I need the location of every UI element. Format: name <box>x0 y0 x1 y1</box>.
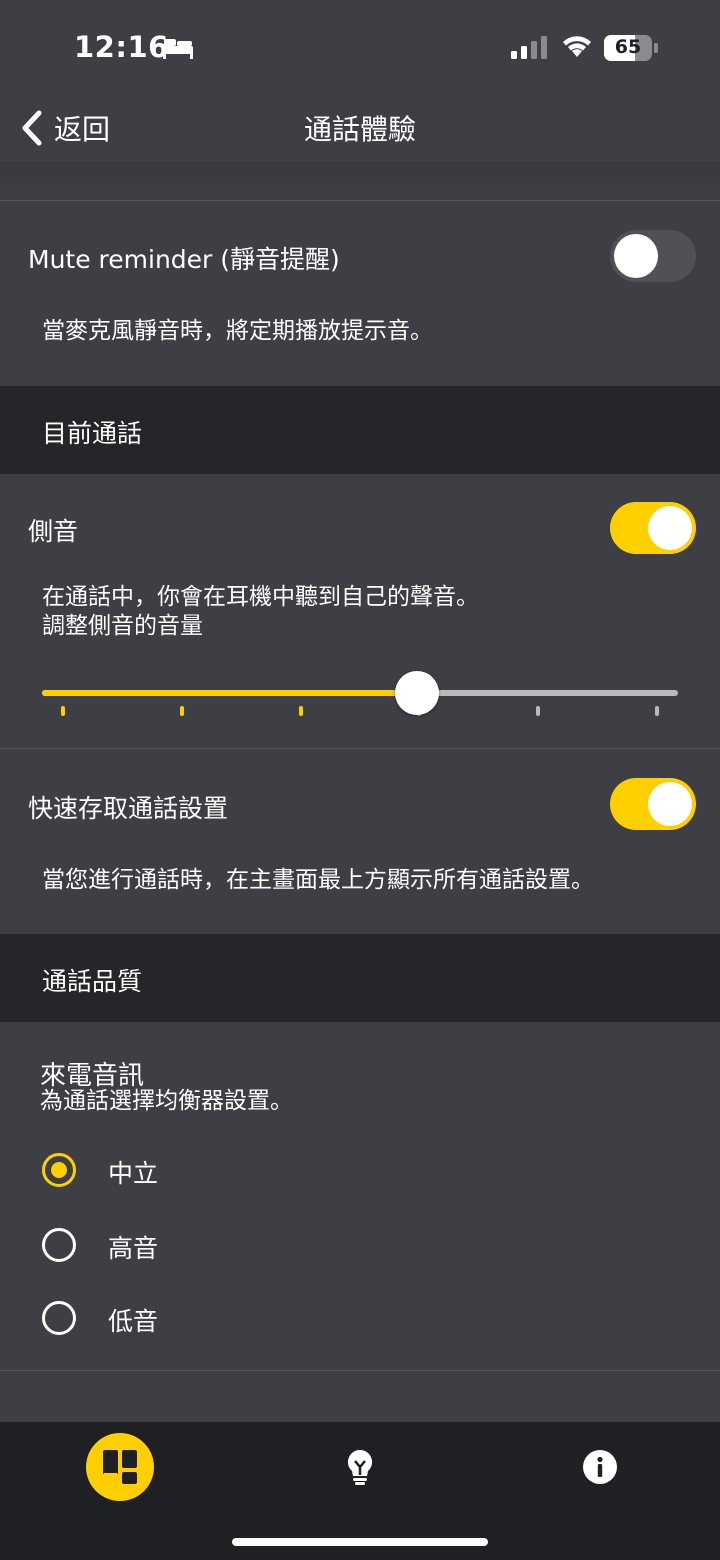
battery-indicator: 65 <box>604 35 658 61</box>
divider <box>0 200 720 201</box>
radio-neutral[interactable] <box>42 1153 76 1187</box>
dashboard-icon <box>103 1450 137 1484</box>
section-header-call-quality: 通話品質 <box>0 934 720 1022</box>
mute-reminder-toggle[interactable] <box>610 230 696 282</box>
cellular-signal-icon <box>511 36 547 59</box>
header-shadow <box>0 162 720 200</box>
radio-bass[interactable] <box>42 1301 76 1335</box>
slider-tick <box>179 706 184 716</box>
sidetone-description: 在通話中，你會在耳機中聽到自己的聲音。 <box>42 584 479 610</box>
sidetone-toggle[interactable] <box>610 502 696 554</box>
quick-access-label: 快速存取通話設置 <box>28 794 229 823</box>
section-title: 通話品質 <box>42 967 143 996</box>
radio-treble[interactable] <box>42 1228 76 1262</box>
slider-tick <box>536 706 541 716</box>
home-indicator <box>232 1538 488 1546</box>
mute-reminder-description: 當麥克風靜音時，將定期播放提示音。 <box>42 318 433 344</box>
lightbulb-icon <box>347 1449 373 1485</box>
sleep-focus-icon <box>163 39 193 59</box>
back-label: 返回 <box>54 113 111 146</box>
section-header-current-call: 目前通話 <box>0 386 720 474</box>
info-icon <box>583 1450 617 1484</box>
tab-dashboard[interactable] <box>86 1433 154 1501</box>
tab-info[interactable] <box>582 1449 618 1485</box>
sidetone-label: 側音 <box>28 517 79 546</box>
battery-level: 65 <box>614 36 642 58</box>
divider <box>0 748 720 749</box>
tab-tips[interactable] <box>340 1447 380 1487</box>
section-title: 目前通話 <box>42 419 143 448</box>
radio-label-bass[interactable]: 低音 <box>108 1302 158 1338</box>
sidetone-volume-label: 調整側音的音量 <box>42 613 203 639</box>
chevron-left-icon <box>22 110 42 146</box>
slider-tick <box>61 706 65 716</box>
status-time: 12:16 <box>74 30 169 64</box>
radio-label-treble[interactable]: 高音 <box>108 1229 158 1265</box>
quick-access-description: 當您進行通話時，在主畫面最上方顯示所有通話設置。 <box>42 867 594 893</box>
quick-access-toggle[interactable] <box>610 778 696 830</box>
back-button[interactable]: 返回 <box>20 108 110 148</box>
sidetone-slider-thumb[interactable] <box>395 671 440 715</box>
sidetone-slider-fill <box>42 690 418 696</box>
incoming-audio-subtitle: 為通話選擇均衡器設置。 <box>40 1088 293 1114</box>
divider <box>0 1370 720 1371</box>
wifi-icon <box>563 36 591 57</box>
slider-tick <box>298 706 303 716</box>
radio-label-neutral[interactable]: 中立 <box>108 1154 158 1190</box>
mute-reminder-label: Mute reminder (靜音提醒) <box>28 245 340 274</box>
slider-tick <box>655 706 659 716</box>
